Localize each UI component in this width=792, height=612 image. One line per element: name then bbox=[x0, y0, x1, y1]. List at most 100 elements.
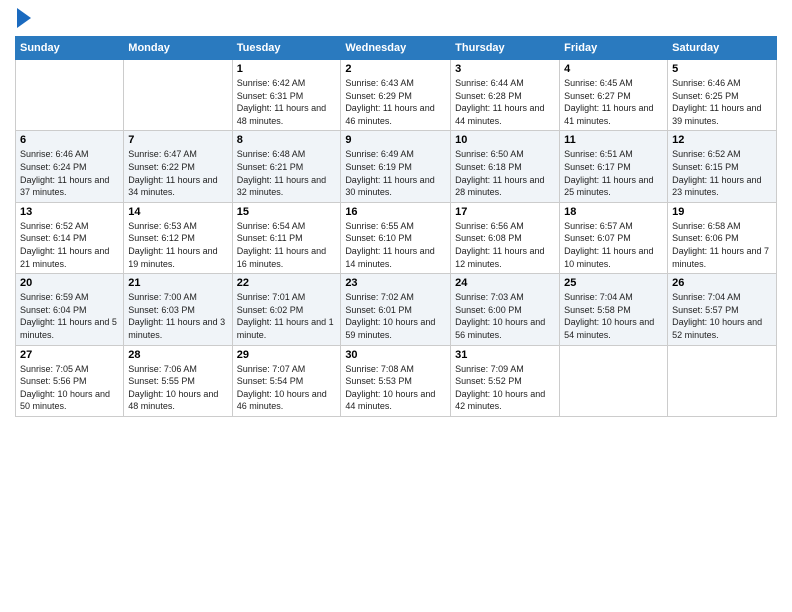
day-number: 1 bbox=[237, 63, 337, 75]
week-row-1: 1Sunrise: 6:42 AM Sunset: 6:31 PM Daylig… bbox=[16, 60, 777, 131]
week-row-5: 27Sunrise: 7:05 AM Sunset: 5:56 PM Dayli… bbox=[16, 345, 777, 416]
day-number: 18 bbox=[564, 206, 663, 218]
day-info: Sunrise: 6:53 AM Sunset: 6:12 PM Dayligh… bbox=[128, 220, 227, 270]
day-info: Sunrise: 6:48 AM Sunset: 6:21 PM Dayligh… bbox=[237, 148, 337, 198]
header bbox=[15, 10, 777, 28]
day-cell bbox=[560, 345, 668, 416]
day-info: Sunrise: 7:07 AM Sunset: 5:54 PM Dayligh… bbox=[237, 363, 337, 413]
day-cell: 15 Sunrise: 6:54 AM Sunset: 6:11 PM Dayli… bbox=[232, 202, 341, 273]
day-number: 22 bbox=[237, 277, 337, 289]
logo-arrow-icon bbox=[17, 8, 31, 28]
day-cell: 6 Sunrise: 6:46 AM Sunset: 6:24 PM Daylig… bbox=[16, 131, 124, 202]
day-info: Sunrise: 6:52 AM Sunset: 6:14 PM Dayligh… bbox=[20, 220, 119, 270]
day-info: Sunrise: 6:46 AM Sunset: 6:24 PM Dayligh… bbox=[20, 148, 119, 198]
day-number: 6 bbox=[20, 134, 119, 146]
day-cell: 16Sunrise: 6:55 AM Sunset: 6:10 PM Dayli… bbox=[341, 202, 451, 273]
week-row-3: 13 Sunrise: 6:52 AM Sunset: 6:14 PM Dayli… bbox=[16, 202, 777, 273]
day-number: 21 bbox=[128, 277, 227, 289]
day-info: Sunrise: 7:03 AM Sunset: 6:00 PM Dayligh… bbox=[455, 291, 555, 341]
day-cell: 21 Sunrise: 7:00 AM Sunset: 6:03 PM Dayli… bbox=[124, 274, 232, 345]
day-cell: 12 Sunrise: 6:52 AM Sunset: 6:15 PM Dayli… bbox=[668, 131, 777, 202]
day-number: 12 bbox=[672, 134, 772, 146]
day-number: 29 bbox=[237, 349, 337, 361]
day-number: 19 bbox=[672, 206, 772, 218]
day-cell: 31Sunrise: 7:09 AM Sunset: 5:52 PM Dayli… bbox=[451, 345, 560, 416]
week-row-4: 20 Sunrise: 6:59 AM Sunset: 6:04 PM Dayli… bbox=[16, 274, 777, 345]
day-cell: 20 Sunrise: 6:59 AM Sunset: 6:04 PM Dayli… bbox=[16, 274, 124, 345]
day-cell: 13 Sunrise: 6:52 AM Sunset: 6:14 PM Dayli… bbox=[16, 202, 124, 273]
day-cell: 29 Sunrise: 7:07 AM Sunset: 5:54 PM Dayli… bbox=[232, 345, 341, 416]
day-cell: 14 Sunrise: 6:53 AM Sunset: 6:12 PM Dayli… bbox=[124, 202, 232, 273]
day-number: 26 bbox=[672, 277, 772, 289]
day-info: Sunrise: 7:06 AM Sunset: 5:55 PM Dayligh… bbox=[128, 363, 227, 413]
day-cell: 5 Sunrise: 6:46 AM Sunset: 6:25 PM Daylig… bbox=[668, 60, 777, 131]
day-cell: 2Sunrise: 6:43 AM Sunset: 6:29 PM Daylig… bbox=[341, 60, 451, 131]
day-number: 14 bbox=[128, 206, 227, 218]
day-info: Sunrise: 6:43 AM Sunset: 6:29 PM Dayligh… bbox=[345, 77, 446, 127]
header-day-tuesday: Tuesday bbox=[232, 37, 341, 60]
day-cell: 18 Sunrise: 6:57 AM Sunset: 6:07 PM Dayli… bbox=[560, 202, 668, 273]
day-number: 15 bbox=[237, 206, 337, 218]
week-row-2: 6 Sunrise: 6:46 AM Sunset: 6:24 PM Daylig… bbox=[16, 131, 777, 202]
day-info: Sunrise: 7:08 AM Sunset: 5:53 PM Dayligh… bbox=[345, 363, 446, 413]
day-cell: 1Sunrise: 6:42 AM Sunset: 6:31 PM Daylig… bbox=[232, 60, 341, 131]
day-number: 25 bbox=[564, 277, 663, 289]
day-number: 7 bbox=[128, 134, 227, 146]
logo bbox=[15, 10, 31, 28]
calendar-table: SundayMondayTuesdayWednesdayThursdayFrid… bbox=[15, 36, 777, 417]
day-info: Sunrise: 7:05 AM Sunset: 5:56 PM Dayligh… bbox=[20, 363, 119, 413]
day-info: Sunrise: 6:46 AM Sunset: 6:25 PM Dayligh… bbox=[672, 77, 772, 127]
header-row: SundayMondayTuesdayWednesdayThursdayFrid… bbox=[16, 37, 777, 60]
day-info: Sunrise: 6:44 AM Sunset: 6:28 PM Dayligh… bbox=[455, 77, 555, 127]
day-number: 28 bbox=[128, 349, 227, 361]
day-info: Sunrise: 7:04 AM Sunset: 5:58 PM Dayligh… bbox=[564, 291, 663, 341]
day-info: Sunrise: 7:02 AM Sunset: 6:01 PM Dayligh… bbox=[345, 291, 446, 341]
day-info: Sunrise: 6:59 AM Sunset: 6:04 PM Dayligh… bbox=[20, 291, 119, 341]
day-cell bbox=[124, 60, 232, 131]
day-info: Sunrise: 6:56 AM Sunset: 6:08 PM Dayligh… bbox=[455, 220, 555, 270]
day-info: Sunrise: 6:50 AM Sunset: 6:18 PM Dayligh… bbox=[455, 148, 555, 198]
day-info: Sunrise: 7:00 AM Sunset: 6:03 PM Dayligh… bbox=[128, 291, 227, 341]
day-number: 23 bbox=[345, 277, 446, 289]
day-number: 8 bbox=[237, 134, 337, 146]
day-cell bbox=[16, 60, 124, 131]
day-info: Sunrise: 7:09 AM Sunset: 5:52 PM Dayligh… bbox=[455, 363, 555, 413]
day-info: Sunrise: 7:01 AM Sunset: 6:02 PM Dayligh… bbox=[237, 291, 337, 341]
day-info: Sunrise: 6:45 AM Sunset: 6:27 PM Dayligh… bbox=[564, 77, 663, 127]
day-cell: 28 Sunrise: 7:06 AM Sunset: 5:55 PM Dayli… bbox=[124, 345, 232, 416]
day-info: Sunrise: 6:57 AM Sunset: 6:07 PM Dayligh… bbox=[564, 220, 663, 270]
day-cell: 24Sunrise: 7:03 AM Sunset: 6:00 PM Dayli… bbox=[451, 274, 560, 345]
day-cell: 7 Sunrise: 6:47 AM Sunset: 6:22 PM Daylig… bbox=[124, 131, 232, 202]
day-cell: 25 Sunrise: 7:04 AM Sunset: 5:58 PM Dayli… bbox=[560, 274, 668, 345]
day-number: 13 bbox=[20, 206, 119, 218]
day-number: 17 bbox=[455, 206, 555, 218]
day-cell: 22 Sunrise: 7:01 AM Sunset: 6:02 PM Dayli… bbox=[232, 274, 341, 345]
day-cell: 11 Sunrise: 6:51 AM Sunset: 6:17 PM Dayli… bbox=[560, 131, 668, 202]
day-cell bbox=[668, 345, 777, 416]
day-cell: 26 Sunrise: 7:04 AM Sunset: 5:57 PM Dayli… bbox=[668, 274, 777, 345]
day-info: Sunrise: 6:58 AM Sunset: 6:06 PM Dayligh… bbox=[672, 220, 772, 270]
day-number: 20 bbox=[20, 277, 119, 289]
day-info: Sunrise: 7:04 AM Sunset: 5:57 PM Dayligh… bbox=[672, 291, 772, 341]
day-info: Sunrise: 6:52 AM Sunset: 6:15 PM Dayligh… bbox=[672, 148, 772, 198]
day-cell: 8 Sunrise: 6:48 AM Sunset: 6:21 PM Daylig… bbox=[232, 131, 341, 202]
header-day-saturday: Saturday bbox=[668, 37, 777, 60]
day-cell: 10 Sunrise: 6:50 AM Sunset: 6:18 PM Dayli… bbox=[451, 131, 560, 202]
day-number: 4 bbox=[564, 63, 663, 75]
day-number: 10 bbox=[455, 134, 555, 146]
day-info: Sunrise: 6:55 AM Sunset: 6:10 PM Dayligh… bbox=[345, 220, 446, 270]
header-day-monday: Monday bbox=[124, 37, 232, 60]
day-info: Sunrise: 6:47 AM Sunset: 6:22 PM Dayligh… bbox=[128, 148, 227, 198]
day-cell: 4 Sunrise: 6:45 AM Sunset: 6:27 PM Daylig… bbox=[560, 60, 668, 131]
header-day-wednesday: Wednesday bbox=[341, 37, 451, 60]
day-number: 9 bbox=[345, 134, 446, 146]
day-cell: 19 Sunrise: 6:58 AM Sunset: 6:06 PM Dayli… bbox=[668, 202, 777, 273]
day-cell: 17 Sunrise: 6:56 AM Sunset: 6:08 PM Dayli… bbox=[451, 202, 560, 273]
day-info: Sunrise: 6:54 AM Sunset: 6:11 PM Dayligh… bbox=[237, 220, 337, 270]
day-number: 11 bbox=[564, 134, 663, 146]
day-cell: 3Sunrise: 6:44 AM Sunset: 6:28 PM Daylig… bbox=[451, 60, 560, 131]
day-number: 5 bbox=[672, 63, 772, 75]
header-day-sunday: Sunday bbox=[16, 37, 124, 60]
header-day-thursday: Thursday bbox=[451, 37, 560, 60]
day-info: Sunrise: 6:51 AM Sunset: 6:17 PM Dayligh… bbox=[564, 148, 663, 198]
